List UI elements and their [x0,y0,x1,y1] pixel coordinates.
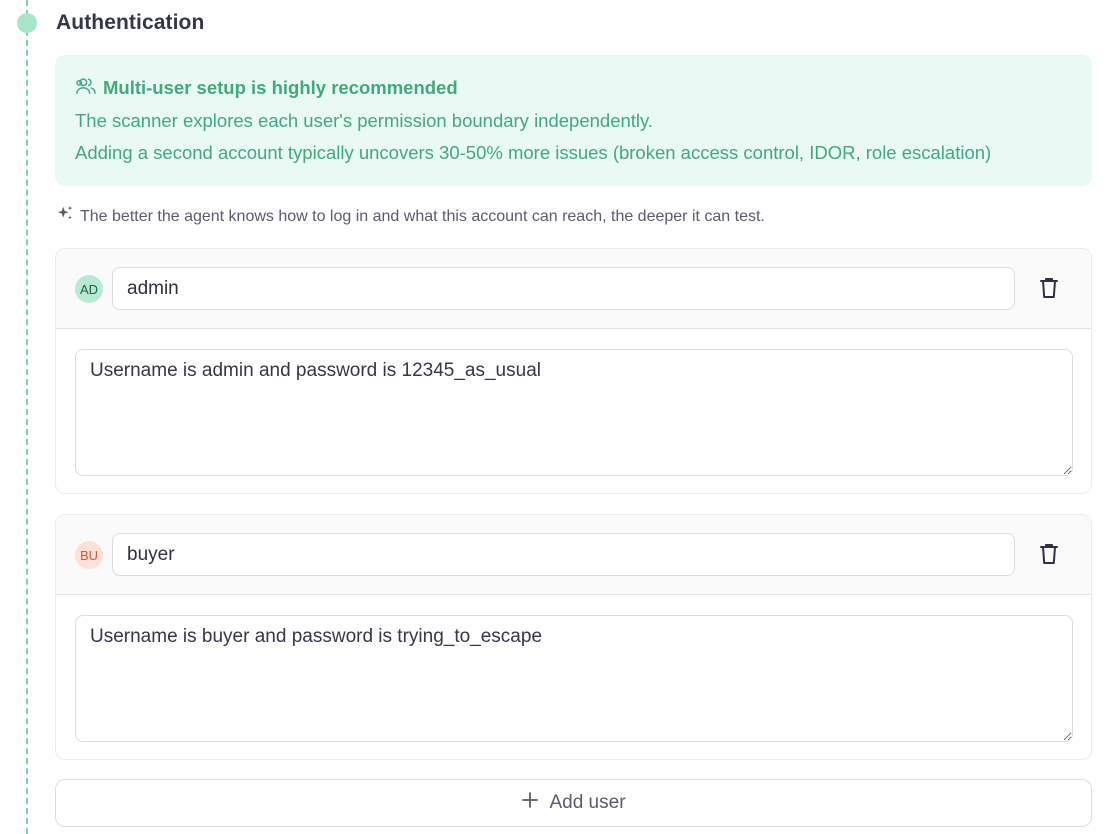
add-user-button[interactable]: Add user [55,779,1092,827]
timeline-dot [17,13,37,33]
info-line-2: Adding a second account typically uncove… [75,142,992,163]
user-name-input[interactable] [112,533,1015,576]
user-card-buyer: BU Username is buyer and password is try… [55,514,1092,760]
user-card-header: AD [56,249,1091,329]
hint-label: The better the agent knows how to log in… [80,207,765,225]
info-heading: Multi-user setup is highly recommended [75,75,1072,101]
users-icon [75,76,97,101]
user-description-textarea[interactable]: Username is admin and password is 12345_… [75,349,1073,476]
timeline-line [26,0,28,834]
info-heading-text: Multi-user setup is highly recommended [103,77,458,98]
trash-icon [1038,544,1060,569]
avatar: AD [75,275,103,303]
add-user-label: Add user [549,792,626,813]
delete-user-button[interactable] [1037,542,1061,568]
user-name-input[interactable] [112,267,1015,310]
avatar: BU [75,541,103,569]
user-description-textarea[interactable]: Username is buyer and password is trying… [75,615,1073,742]
user-card-header: BU [56,515,1091,595]
plus-icon [521,791,539,815]
trash-icon [1038,278,1060,303]
user-card-admin: AD Username is admin and password is 123… [55,248,1092,494]
section-title: Authentication [56,11,205,34]
info-line-1: The scanner explores each user's permiss… [75,110,654,131]
delete-user-button[interactable] [1037,276,1061,302]
multi-user-info-box: Multi-user setup is highly recommended T… [55,55,1092,186]
sparkles-icon [56,205,74,228]
hint-text: The better the agent knows how to log in… [56,205,765,228]
